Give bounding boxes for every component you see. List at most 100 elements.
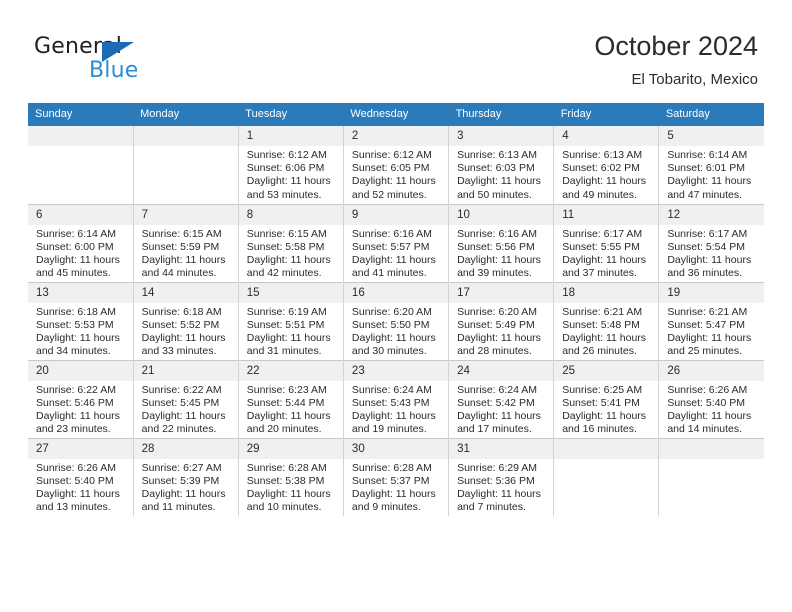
day-details: Sunrise: 6:12 AM Sunset: 6:06 PM Dayligh… xyxy=(239,146,343,202)
day-cell[interactable] xyxy=(553,437,660,516)
weekday-header-row: Sunday Monday Tuesday Wednesday Thursday… xyxy=(28,103,764,126)
daylight-text-line1: Daylight: 11 hours xyxy=(351,331,436,344)
day-cell[interactable]: 4 Sunrise: 6:13 AM Sunset: 6:02 PM Dayli… xyxy=(553,126,660,204)
day-cell[interactable]: 15 Sunrise: 6:19 AM Sunset: 5:51 PM Dayl… xyxy=(238,281,344,360)
day-cell[interactable]: 28 Sunrise: 6:27 AM Sunset: 5:39 PM Dayl… xyxy=(133,437,239,516)
daylight-text-line1: Daylight: 11 hours xyxy=(457,253,541,266)
day-number: 12 xyxy=(659,204,764,225)
day-cell[interactable]: 13 Sunrise: 6:18 AM Sunset: 5:53 PM Dayl… xyxy=(28,281,134,360)
day-cell[interactable]: 25 Sunrise: 6:25 AM Sunset: 5:41 PM Dayl… xyxy=(553,359,660,438)
day-cell[interactable]: 26 Sunrise: 6:26 AM Sunset: 5:40 PM Dayl… xyxy=(658,359,764,438)
weekday-header-saturday: Saturday xyxy=(658,103,764,126)
calendar-week-row: 6 Sunrise: 6:14 AM Sunset: 6:00 PM Dayli… xyxy=(28,203,764,282)
day-cell[interactable]: 2 Sunrise: 6:12 AM Sunset: 6:05 PM Dayli… xyxy=(343,126,450,204)
daylight-text-line2: and 14 minutes. xyxy=(667,423,743,436)
sunrise-text: Sunrise: 6:25 AM xyxy=(562,383,643,396)
daylight-text-line1: Daylight: 11 hours xyxy=(351,253,436,266)
sunset-text: Sunset: 5:41 PM xyxy=(562,396,640,409)
daylight-text-line1: Daylight: 11 hours xyxy=(36,253,120,266)
day-number: 11 xyxy=(554,204,659,225)
day-cell[interactable]: 20 Sunrise: 6:22 AM Sunset: 5:46 PM Dayl… xyxy=(28,359,134,438)
day-cell[interactable]: 24 Sunrise: 6:24 AM Sunset: 5:42 PM Dayl… xyxy=(448,359,555,438)
day-cell[interactable]: 30 Sunrise: 6:28 AM Sunset: 5:37 PM Dayl… xyxy=(343,437,450,516)
sunrise-text: Sunrise: 6:29 AM xyxy=(457,461,538,474)
sunrise-text: Sunrise: 6:27 AM xyxy=(141,461,222,474)
daylight-text-line1: Daylight: 11 hours xyxy=(667,175,752,188)
day-number: 21 xyxy=(133,360,238,381)
daylight-text-line2: and 47 minutes. xyxy=(667,188,743,201)
day-number: 8 xyxy=(238,204,343,225)
weekday-header-thursday: Thursday xyxy=(448,103,554,126)
day-cell[interactable] xyxy=(133,126,239,204)
calendar-page: General Blue October 2024 El Tobarito, M… xyxy=(0,0,792,612)
logo-text-blue: Blue xyxy=(89,58,139,83)
day-cell[interactable]: 21 Sunrise: 6:22 AM Sunset: 5:45 PM Dayl… xyxy=(133,359,239,438)
day-cell[interactable]: 5 Sunrise: 6:14 AM Sunset: 6:01 PM Dayli… xyxy=(659,126,764,204)
day-cell[interactable]: 19 Sunrise: 6:21 AM Sunset: 5:47 PM Dayl… xyxy=(658,281,764,360)
daylight-text-line1: Daylight: 11 hours xyxy=(36,331,120,344)
day-number: 23 xyxy=(343,360,449,381)
day-cell[interactable]: 10 Sunrise: 6:16 AM Sunset: 5:56 PM Dayl… xyxy=(448,203,555,282)
day-number: 26 xyxy=(659,360,764,381)
day-cell[interactable] xyxy=(28,126,134,204)
general-blue-logo[interactable]: General Blue xyxy=(34,34,174,86)
sunrise-text: Sunrise: 6:28 AM xyxy=(351,461,432,474)
day-cell[interactable]: 3 Sunrise: 6:13 AM Sunset: 6:03 PM Dayli… xyxy=(448,126,555,204)
day-number: 7 xyxy=(133,204,238,225)
day-number: 28 xyxy=(133,438,238,459)
day-cell[interactable]: 14 Sunrise: 6:18 AM Sunset: 5:52 PM Dayl… xyxy=(133,281,239,360)
page-header: General Blue October 2024 El Tobarito, M… xyxy=(0,0,792,100)
day-cell[interactable] xyxy=(658,437,764,516)
day-cell[interactable]: 8 Sunrise: 6:15 AM Sunset: 5:58 PM Dayli… xyxy=(238,203,344,282)
day-cell[interactable]: 12 Sunrise: 6:17 AM Sunset: 5:54 PM Dayl… xyxy=(658,203,764,282)
sunset-text: Sunset: 5:40 PM xyxy=(36,474,114,487)
day-cell[interactable]: 31 Sunrise: 6:29 AM Sunset: 5:36 PM Dayl… xyxy=(448,437,555,516)
sunset-text: Sunset: 5:49 PM xyxy=(457,318,535,331)
day-details: Sunrise: 6:12 AM Sunset: 6:05 PM Dayligh… xyxy=(344,146,448,202)
sunrise-text: Sunrise: 6:26 AM xyxy=(667,383,748,396)
day-cell[interactable]: 29 Sunrise: 6:28 AM Sunset: 5:38 PM Dayl… xyxy=(238,437,344,516)
calendar-body: 1 Sunrise: 6:12 AM Sunset: 6:06 PM Dayli… xyxy=(28,126,764,516)
day-cell[interactable]: 23 Sunrise: 6:24 AM Sunset: 5:43 PM Dayl… xyxy=(343,359,450,438)
daylight-text-line2: and 37 minutes. xyxy=(562,267,637,280)
day-cell[interactable]: 27 Sunrise: 6:26 AM Sunset: 5:40 PM Dayl… xyxy=(28,437,134,516)
day-details: Sunrise: 6:21 AM Sunset: 5:48 PM Dayligh… xyxy=(554,303,658,359)
page-title: October 2024 xyxy=(594,31,758,61)
day-cell[interactable]: 6 Sunrise: 6:14 AM Sunset: 6:00 PM Dayli… xyxy=(28,203,134,282)
daylight-text-line1: Daylight: 11 hours xyxy=(351,409,436,422)
day-cell[interactable]: 17 Sunrise: 6:20 AM Sunset: 5:49 PM Dayl… xyxy=(448,281,555,360)
day-cell[interactable]: 16 Sunrise: 6:20 AM Sunset: 5:50 PM Dayl… xyxy=(343,281,450,360)
sunset-text: Sunset: 5:47 PM xyxy=(667,318,745,331)
day-cell[interactable]: 1 Sunrise: 6:12 AM Sunset: 6:06 PM Dayli… xyxy=(238,126,344,204)
calendar-week-row: 27 Sunrise: 6:26 AM Sunset: 5:40 PM Dayl… xyxy=(28,437,764,516)
day-cell[interactable]: 18 Sunrise: 6:21 AM Sunset: 5:48 PM Dayl… xyxy=(553,281,660,360)
day-details: Sunrise: 6:28 AM Sunset: 5:38 PM Dayligh… xyxy=(239,459,343,515)
daylight-text-line1: Daylight: 11 hours xyxy=(351,175,436,188)
sunset-text: Sunset: 5:52 PM xyxy=(141,318,220,331)
sunset-text: Sunset: 5:37 PM xyxy=(351,474,430,487)
sunrise-text: Sunrise: 6:12 AM xyxy=(351,149,432,161)
day-cell[interactable]: 11 Sunrise: 6:17 AM Sunset: 5:55 PM Dayl… xyxy=(553,203,660,282)
sunrise-text: Sunrise: 6:14 AM xyxy=(667,149,748,161)
day-details: Sunrise: 6:14 AM Sunset: 6:01 PM Dayligh… xyxy=(659,146,764,202)
day-number: 25 xyxy=(554,360,659,381)
day-cell[interactable]: 7 Sunrise: 6:15 AM Sunset: 5:59 PM Dayli… xyxy=(133,203,239,282)
sunrise-text: Sunrise: 6:24 AM xyxy=(457,383,538,396)
sunrise-text: Sunrise: 6:28 AM xyxy=(246,461,327,474)
day-cell[interactable]: 9 Sunrise: 6:16 AM Sunset: 5:57 PM Dayli… xyxy=(343,203,450,282)
daylight-text-line2: and 16 minutes. xyxy=(562,423,637,436)
day-number: 13 xyxy=(28,282,133,303)
day-cell[interactable]: 22 Sunrise: 6:23 AM Sunset: 5:44 PM Dayl… xyxy=(238,359,344,438)
daylight-text-line2: and 17 minutes. xyxy=(457,423,532,436)
daylight-text-line1: Daylight: 11 hours xyxy=(562,253,647,266)
daylight-text-line2: and 50 minutes. xyxy=(457,188,532,201)
sunrise-text: Sunrise: 6:15 AM xyxy=(141,227,222,240)
day-details: Sunrise: 6:22 AM Sunset: 5:45 PM Dayligh… xyxy=(134,381,238,437)
day-details xyxy=(659,459,764,462)
day-details: Sunrise: 6:21 AM Sunset: 5:47 PM Dayligh… xyxy=(659,303,764,359)
day-details xyxy=(28,146,133,149)
day-details: Sunrise: 6:17 AM Sunset: 5:55 PM Dayligh… xyxy=(554,225,658,281)
daylight-text-line2: and 33 minutes. xyxy=(141,345,217,358)
sunset-text: Sunset: 5:38 PM xyxy=(246,474,325,487)
daylight-text-line2: and 31 minutes. xyxy=(246,345,322,358)
